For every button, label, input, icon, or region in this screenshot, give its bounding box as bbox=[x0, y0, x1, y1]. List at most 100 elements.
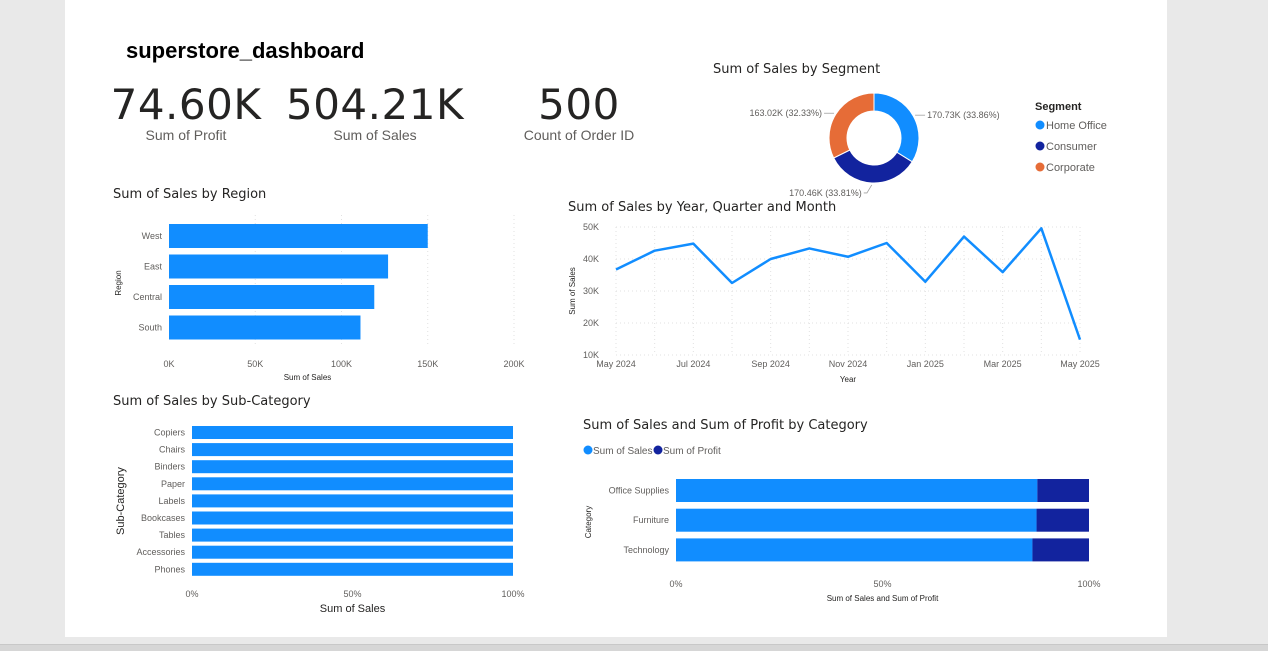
x-tick-label: Mar 2025 bbox=[984, 359, 1022, 369]
region-chart-title: Sum of Sales by Region bbox=[113, 187, 267, 202]
category-chart-title: Sum of Sales and Sum of Profit by Catego… bbox=[583, 418, 868, 433]
x-tick-label: Jul 2024 bbox=[676, 359, 710, 369]
category-stacked-bar-chart[interactable]: Sum of Sales Sum of Profit Office Supplies… bbox=[575, 440, 1115, 610]
y-axis-title: Sub-Category bbox=[115, 467, 127, 535]
kpi-label: Sum of Sales bbox=[333, 127, 417, 143]
bar-segment-sum-of-sales bbox=[676, 508, 1037, 532]
donut-data-label: 163.02K (32.33%) bbox=[749, 108, 822, 118]
segment-chart-title: Sum of Sales by Segment bbox=[713, 62, 881, 77]
x-tick-label: 0% bbox=[185, 589, 198, 599]
y-axis-title: Sum of Sales bbox=[568, 267, 577, 315]
legend-marker bbox=[653, 445, 663, 455]
bar-binders bbox=[192, 460, 513, 474]
x-axis-title: Sum of Sales bbox=[284, 373, 332, 382]
legend-label: Home Office bbox=[1046, 120, 1107, 132]
x-tick-label: Nov 2024 bbox=[829, 359, 868, 369]
bar-segment-sum-of-profit bbox=[1032, 538, 1089, 562]
kpi-card-sales[interactable]: 504.21K Sum of Sales bbox=[265, 80, 485, 143]
y-tick-label: Binders bbox=[154, 462, 185, 472]
y-axis-title: Region bbox=[114, 270, 123, 295]
x-tick-label: 50% bbox=[343, 589, 361, 599]
bar-accessories bbox=[192, 545, 513, 559]
y-tick-label: West bbox=[142, 231, 163, 241]
y-tick-label: 40K bbox=[583, 254, 599, 264]
y-tick-label: Technology bbox=[623, 545, 669, 555]
legend-title: Segment bbox=[1035, 101, 1082, 113]
kpi-value: 504.21K bbox=[285, 80, 464, 129]
bar-segment-sum-of-profit bbox=[1036, 508, 1089, 532]
x-tick-label: 100% bbox=[501, 589, 524, 599]
y-tick-label: Accessories bbox=[136, 547, 185, 557]
legend-label: Consumer bbox=[1046, 141, 1097, 153]
x-tick-label: 50% bbox=[873, 579, 891, 589]
x-tick-label: 50K bbox=[247, 359, 263, 369]
legend-marker bbox=[1035, 120, 1045, 130]
segment-donut-chart[interactable]: 170.73K (33.86%) 170.46K (33.81%) 163.02K … bbox=[730, 84, 1150, 200]
kpi-label: Count of Order ID bbox=[523, 127, 635, 143]
legend-label: Sum of Sales bbox=[593, 446, 652, 457]
timeline-chart-title: Sum of Sales by Year, Quarter and Month bbox=[568, 200, 837, 215]
donut-slice-corporate bbox=[828, 92, 875, 159]
donut-data-label: 170.73K (33.86%) bbox=[927, 110, 1000, 120]
bar-chairs bbox=[192, 443, 513, 457]
y-tick-label: Copiers bbox=[154, 428, 186, 438]
subcategory-bar-chart[interactable]: Copiers Chairs Binders Paper Labels Bookcases… bbox=[105, 418, 535, 618]
kpi-value: 74.60K bbox=[110, 80, 262, 129]
region-bar-chart[interactable]: 0K 50K 100K 150K 200K West East Central South Sum… bbox=[105, 210, 535, 385]
bar-south bbox=[169, 315, 361, 340]
y-tick-label: Tables bbox=[159, 530, 186, 540]
y-tick-label: Furniture bbox=[633, 515, 669, 525]
kpi-label: Sum of Profit bbox=[145, 127, 227, 143]
y-tick-label: Office Supplies bbox=[609, 486, 670, 496]
page-title: superstore_dashboard bbox=[126, 38, 365, 63]
bar-segment-sum-of-sales bbox=[676, 538, 1033, 562]
y-tick-label: South bbox=[138, 323, 162, 333]
y-tick-label: 20K bbox=[583, 318, 599, 328]
x-tick-label: May 2025 bbox=[1060, 359, 1100, 369]
bar-labels bbox=[192, 494, 513, 508]
subcategory-chart-title: Sum of Sales by Sub-Category bbox=[113, 394, 311, 409]
kpi-card-profit[interactable]: 74.60K Sum of Profit bbox=[76, 80, 296, 143]
y-tick-label: Central bbox=[133, 292, 162, 302]
bar-west bbox=[169, 224, 428, 248]
bar-east bbox=[169, 254, 389, 279]
x-tick-label: 200K bbox=[503, 359, 524, 369]
x-tick-label: 0% bbox=[669, 579, 682, 589]
y-tick-label: Labels bbox=[158, 496, 185, 506]
legend-marker bbox=[583, 445, 593, 455]
y-tick-label: Phones bbox=[154, 564, 185, 574]
bar-paper bbox=[192, 477, 513, 491]
y-tick-label: Bookcases bbox=[141, 513, 186, 523]
legend-marker bbox=[1035, 141, 1045, 151]
bar-segment-sum-of-profit bbox=[1037, 479, 1089, 502]
donut-slice-consumer bbox=[833, 149, 913, 184]
y-tick-label: Chairs bbox=[159, 445, 186, 455]
bar-bookcases bbox=[192, 511, 513, 525]
x-tick-label: Jan 2025 bbox=[907, 359, 944, 369]
y-axis-title: Category bbox=[584, 506, 593, 538]
kpi-card-orders[interactable]: 500 Count of Order ID bbox=[469, 80, 689, 143]
x-tick-label: 100% bbox=[1077, 579, 1100, 589]
bar-tables bbox=[192, 528, 513, 542]
legend-label: Sum of Profit bbox=[663, 446, 721, 457]
y-tick-label: East bbox=[144, 262, 163, 272]
y-tick-label: 30K bbox=[583, 286, 599, 296]
kpi-value: 500 bbox=[538, 80, 620, 129]
x-tick-label: 0K bbox=[163, 359, 174, 369]
y-tick-label: 50K bbox=[583, 222, 599, 232]
donut-data-label: 170.46K (33.81%) bbox=[789, 188, 862, 198]
x-axis-title: Sum of Sales and Sum of Profit bbox=[827, 594, 939, 603]
x-axis-title: Year bbox=[840, 375, 857, 384]
y-tick-label: Paper bbox=[161, 479, 185, 489]
x-tick-label: 100K bbox=[331, 359, 352, 369]
x-tick-label: May 2024 bbox=[596, 359, 636, 369]
donut-leader-line bbox=[863, 184, 873, 194]
legend-marker bbox=[1035, 162, 1045, 172]
donut-slice-home-office bbox=[873, 92, 920, 163]
bar-central bbox=[169, 285, 375, 309]
legend-label: Corporate bbox=[1046, 162, 1095, 174]
x-tick-label: Sep 2024 bbox=[751, 359, 790, 369]
timeline-line-chart[interactable]: 10K20K30K40K50KMay 2024 Jul 2024 Sep 2024 N… bbox=[560, 216, 1110, 388]
x-axis-title: Sum of Sales bbox=[320, 603, 386, 615]
bar-phones bbox=[192, 562, 513, 576]
